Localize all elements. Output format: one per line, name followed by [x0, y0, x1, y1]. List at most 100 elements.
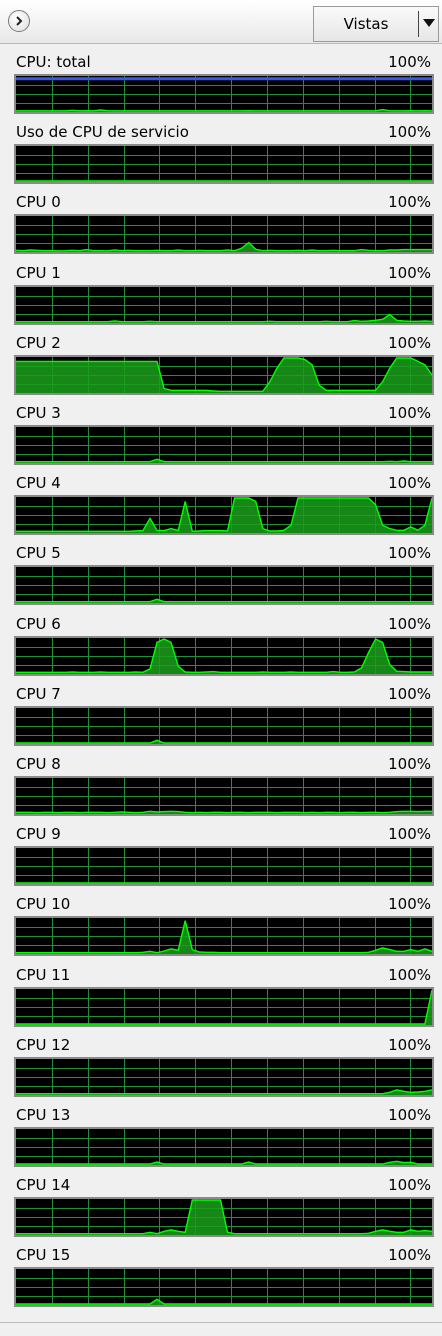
cpu-graph-svg — [16, 1199, 432, 1236]
cpu-graph-svg — [16, 707, 432, 744]
cpu-panel: CPU 0 100% — [14, 192, 434, 262]
cpu-panel: CPU 2 100% — [14, 333, 434, 403]
cpu-panel: CPU 9 100% — [14, 824, 434, 894]
chevron-right-icon — [16, 16, 23, 26]
cpu-graph-svg — [16, 497, 432, 534]
cpu-panel: CPU 3 100% — [14, 403, 434, 473]
cpu-label: CPU 6 — [16, 614, 61, 633]
cpu-usage-line — [16, 739, 432, 744]
cpu-usage-line — [16, 598, 432, 603]
cpu-max-label: 100% — [388, 895, 431, 914]
views-dropdown-button[interactable]: Vistas — [313, 6, 439, 42]
cpu-label: CPU 3 — [16, 404, 61, 422]
bottom-divider — [0, 1322, 442, 1323]
cpu-usage-line — [16, 1160, 432, 1165]
cpu-usage-line — [16, 1088, 432, 1095]
cpu-usage-line — [16, 810, 432, 814]
cpu-max-label: 100% — [388, 1246, 431, 1265]
cpu-max-label: 100% — [388, 684, 431, 703]
cpu-max-label: 100% — [388, 1176, 431, 1195]
cpu-panel: CPU 14 100% — [14, 1175, 434, 1245]
expand-button[interactable] — [8, 10, 30, 32]
cpu-graph — [14, 144, 434, 185]
cpu-max-label: 100% — [388, 965, 431, 984]
cpu-graph — [14, 1056, 434, 1097]
cpu-label: CPU 9 — [16, 825, 61, 844]
cpu-panel: CPU 7 100% — [14, 684, 434, 754]
cpu-graph-svg — [16, 637, 432, 674]
cpu-max-label: 100% — [388, 123, 431, 142]
cpu-max-label: 100% — [388, 614, 431, 633]
cpu-panel: CPU 13 100% — [14, 1105, 434, 1175]
cpu-label: CPU 11 — [16, 965, 71, 984]
cpu-max-label: 100% — [388, 53, 431, 71]
cpu-label: Uso de CPU de servicio — [16, 123, 189, 142]
cpu-usage-line — [16, 108, 432, 112]
cpu-panel: CPU 8 100% — [14, 754, 434, 824]
cpu-panel: CPU 1 100% — [14, 263, 434, 333]
cpu-panel: CPU 4 100% — [14, 473, 434, 543]
cpu-graph — [14, 74, 434, 114]
cpu-graph-svg — [16, 356, 432, 393]
cpu-graph — [14, 354, 434, 395]
cpu-graph — [14, 916, 434, 957]
cpu-label: CPU: total — [16, 53, 91, 71]
cpu-panel: Uso de CPU de servicio 100% — [14, 122, 434, 192]
cpu-graph-svg — [16, 76, 432, 112]
cpu-max-label: 100% — [388, 404, 431, 422]
cpu-label: CPU 12 — [16, 1035, 71, 1054]
cpu-graph-svg — [16, 1269, 432, 1306]
cpu-max-label: 100% — [388, 755, 431, 773]
cpu-graph — [14, 284, 434, 325]
cpu-usage-area — [16, 921, 432, 955]
cpu-max-label: 100% — [388, 1035, 431, 1054]
views-separator — [418, 11, 419, 37]
cpu-graph-svg — [16, 286, 432, 323]
cpu-panel: CPU: total 100% — [14, 52, 434, 122]
cpu-label: CPU 1 — [16, 263, 61, 282]
cpu-max-label: 100% — [388, 544, 431, 563]
cpu-graph — [14, 635, 434, 676]
cpu-label: CPU 13 — [16, 1106, 71, 1124]
cpu-panel: CPU 10 100% — [14, 894, 434, 964]
cpu-label: CPU 7 — [16, 684, 61, 703]
cpu-max-label: 100% — [388, 825, 431, 844]
cpu-graph — [14, 1197, 434, 1238]
cpu-graph-svg — [16, 427, 432, 463]
cpu-usage-line — [16, 1298, 432, 1306]
cpu-panel: CPU 6 100% — [14, 614, 434, 684]
cpu-label: CPU 5 — [16, 544, 61, 563]
cpu-graph — [14, 214, 434, 255]
cpu-panel: CPU 12 100% — [14, 1035, 434, 1105]
cpu-panel: CPU 15 100% — [14, 1245, 434, 1315]
triangle-down-icon — [423, 19, 435, 27]
cpu-graph-svg — [16, 1058, 432, 1095]
cpu-graph — [14, 425, 434, 465]
cpu-graph-svg — [16, 567, 432, 604]
cpu-label: CPU 14 — [16, 1176, 71, 1195]
cpu-panel: CPU 11 100% — [14, 965, 434, 1035]
cpu-max-label: 100% — [388, 474, 431, 493]
cpu-graph-svg — [16, 918, 432, 955]
cpu-graph-svg — [16, 216, 432, 253]
cpu-graph-svg — [16, 778, 432, 814]
cpu-graph — [14, 565, 434, 606]
cpu-graph — [14, 1127, 434, 1167]
cpu-usage-line — [16, 313, 432, 322]
cpu-label: CPU 10 — [16, 895, 71, 914]
cpu-graph — [14, 1267, 434, 1308]
cpu-max-label: 100% — [388, 263, 431, 282]
cpu-panel: CPU 5 100% — [14, 543, 434, 613]
cpu-graph — [14, 776, 434, 816]
cpu-label: CPU 2 — [16, 333, 61, 352]
cpu-graph-svg — [16, 1129, 432, 1165]
views-label: Vistas — [343, 15, 389, 33]
toolbar: Vistas — [0, 0, 442, 44]
cpu-max-label: 100% — [388, 333, 431, 352]
cpu-label: CPU 15 — [16, 1246, 71, 1265]
cpu-graph — [14, 705, 434, 746]
cpu-graph — [14, 846, 434, 887]
cpu-label: CPU 0 — [16, 193, 61, 212]
cpu-max-label: 100% — [388, 1106, 431, 1124]
cpu-graph-svg — [16, 146, 432, 183]
